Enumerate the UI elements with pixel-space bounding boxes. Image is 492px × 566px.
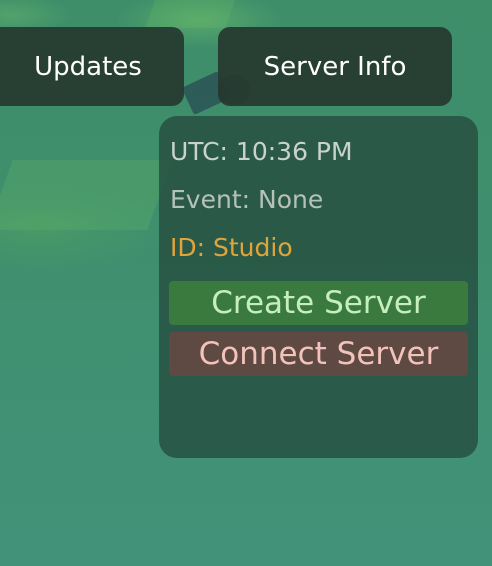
- server-info-button-label: Server Info: [263, 51, 407, 82]
- terrain-tile: [0, 160, 173, 230]
- server-id-text: ID: Studio: [170, 233, 293, 262]
- server-info-panel: UTC: 10:36 PM Event: None ID: Studio Cre…: [159, 116, 478, 458]
- connect-server-label: Connect Server: [198, 336, 439, 372]
- create-server-label: Create Server: [211, 285, 426, 321]
- utc-time-text: UTC: 10:36 PM: [170, 137, 353, 166]
- updates-button-label: Updates: [34, 51, 142, 82]
- create-server-button[interactable]: Create Server: [169, 281, 468, 325]
- terrain-tile: [144, 0, 236, 28]
- event-status-text: Event: None: [170, 185, 324, 214]
- connect-server-button[interactable]: Connect Server: [169, 332, 468, 376]
- updates-button[interactable]: Updates: [0, 27, 184, 106]
- server-info-button[interactable]: Server Info: [218, 27, 452, 106]
